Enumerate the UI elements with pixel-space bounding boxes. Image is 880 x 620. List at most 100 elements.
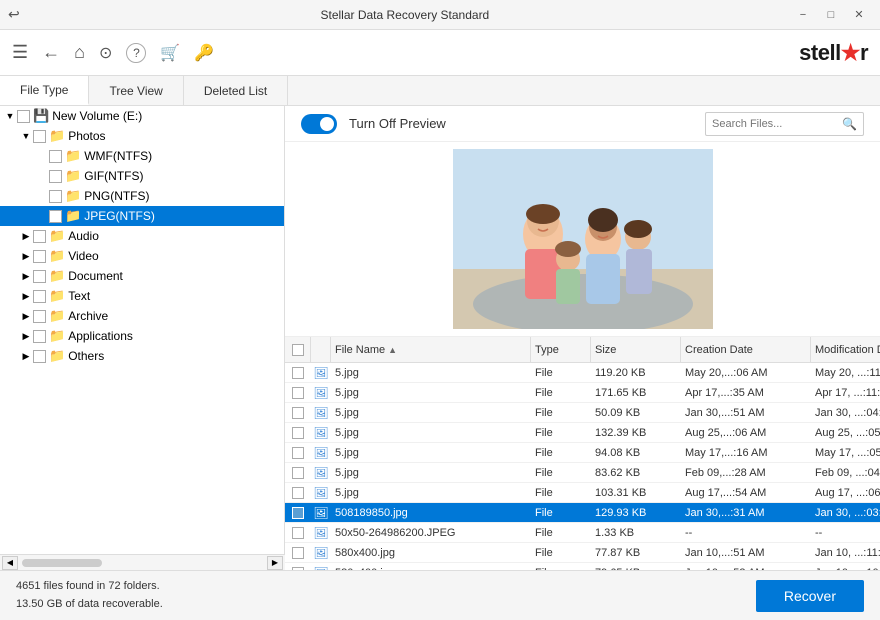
row-checkbox[interactable] [292, 527, 304, 539]
th-check[interactable] [285, 337, 311, 362]
scroll-right-arrow[interactable]: ▶ [267, 556, 283, 570]
table-row[interactable]: 🖼 580x400.jpg File 79.65 KB Jan 10,...:5… [285, 563, 880, 570]
scroll-left-arrow[interactable]: ◀ [2, 556, 18, 570]
tree-item-others[interactable]: ▶ 📁 Others [0, 346, 284, 366]
table-row[interactable]: 🖼 5.jpg File 132.39 KB Aug 25,...:06 AM … [285, 423, 880, 443]
key-icon[interactable]: 🔑 [194, 43, 214, 63]
tree-checkbox[interactable] [33, 130, 46, 143]
folder-icon: 📁 [49, 328, 65, 344]
home-icon[interactable]: ⌂ [74, 42, 85, 63]
tree-checkbox[interactable] [33, 230, 46, 243]
row-checkbox[interactable] [292, 487, 304, 499]
cart-icon[interactable]: 🛒 [160, 43, 180, 63]
row-checkbox-cell[interactable] [285, 527, 311, 539]
tree-checkbox[interactable] [49, 170, 62, 183]
tree-item-audio[interactable]: ▶ 📁 Audio [0, 226, 284, 246]
row-checkbox-cell[interactable] [285, 407, 311, 419]
tree-item-wmf[interactable]: 📁 WMF(NTFS) [0, 146, 284, 166]
row-checkbox[interactable] [292, 507, 304, 519]
tree-item-png[interactable]: 📁 PNG(NTFS) [0, 186, 284, 206]
th-creation[interactable]: Creation Date [681, 337, 811, 362]
file-type: File [531, 467, 591, 479]
th-filename[interactable]: File Name ▲ [331, 337, 531, 362]
horizontal-scrollbar[interactable]: ◀ ▶ [0, 554, 285, 570]
back-nav-icon[interactable]: ← [42, 42, 60, 63]
row-checkbox-cell[interactable] [285, 547, 311, 559]
row-checkbox[interactable] [292, 407, 304, 419]
file-modification: Jan 30, ...:03:31 AM [811, 507, 880, 519]
row-checkbox-cell[interactable] [285, 487, 311, 499]
row-checkbox[interactable] [292, 367, 304, 379]
tree-item-applications[interactable]: ▶ 📁 Applications [0, 326, 284, 346]
table-row[interactable]: 🖼 508189850.jpg File 129.93 KB Jan 30,..… [285, 503, 880, 523]
tab-file-type[interactable]: File Type [0, 76, 89, 105]
recover-button[interactable]: Recover [756, 580, 864, 612]
tree-checkbox[interactable] [33, 290, 46, 303]
tab-tree-view[interactable]: Tree View [89, 76, 183, 105]
expand-arrow: ▶ [20, 271, 32, 282]
tree-checkbox[interactable] [33, 250, 46, 263]
tree-checkbox[interactable] [49, 210, 62, 223]
tree-checkbox[interactable] [17, 110, 30, 123]
tree-checkbox[interactable] [49, 150, 62, 163]
tree-item-new-volume[interactable]: ▼ 💾 New Volume (E:) [0, 106, 284, 126]
tree-item-jpeg[interactable]: 📁 JPEG(NTFS) [0, 206, 284, 226]
tree-item-document[interactable]: ▶ 📁 Document [0, 266, 284, 286]
menu-icon[interactable]: ☰ [12, 42, 28, 63]
tree-item-text[interactable]: ▶ 📁 Text [0, 286, 284, 306]
preview-toggle[interactable] [301, 114, 337, 134]
help-icon[interactable]: ? [126, 43, 146, 63]
row-checkbox[interactable] [292, 447, 304, 459]
search-box[interactable]: 🔍 [705, 112, 864, 136]
th-size[interactable]: Size [591, 337, 681, 362]
tree-item-video[interactable]: ▶ 📁 Video [0, 246, 284, 266]
title-bar: ↩ Stellar Data Recovery Standard − □ ✕ [0, 0, 880, 30]
file-modification: Aug 25, ...:05:06 AM [811, 427, 880, 439]
row-checkbox-cell[interactable] [285, 387, 311, 399]
table-row[interactable]: 🖼 580x400.jpg File 77.87 KB Jan 10,...:5… [285, 543, 880, 563]
file-icon: 🖼 [313, 426, 328, 440]
search-input[interactable] [712, 118, 842, 130]
table-row[interactable]: 🖼 5.jpg File 83.62 KB Feb 09,...:28 AM F… [285, 463, 880, 483]
file-creation: Aug 17,...:54 AM [681, 487, 811, 499]
tree-checkbox[interactable] [33, 330, 46, 343]
th-type[interactable]: Type [531, 337, 591, 362]
close-button[interactable]: ✕ [846, 5, 872, 25]
table-row[interactable]: 🖼 5.jpg File 50.09 KB Jan 30,...:51 AM J… [285, 403, 880, 423]
table-row[interactable]: 🖼 5.jpg File 94.08 KB May 17,...:16 AM M… [285, 443, 880, 463]
tree-checkbox[interactable] [33, 350, 46, 363]
row-checkbox[interactable] [292, 387, 304, 399]
tree-checkbox[interactable] [33, 310, 46, 323]
table-row[interactable]: 🖼 5.jpg File 103.31 KB Aug 17,...:54 AM … [285, 483, 880, 503]
row-checkbox-cell[interactable] [285, 467, 311, 479]
file-type-icon: 🖼 [311, 406, 331, 420]
th-modification[interactable]: Modification Date [811, 337, 880, 362]
maximize-button[interactable]: □ [818, 5, 844, 25]
row-checkbox[interactable] [292, 567, 304, 571]
tree-checkbox[interactable] [49, 190, 62, 203]
row-checkbox[interactable] [292, 547, 304, 559]
table-row[interactable]: 🖼 5.jpg File 119.20 KB May 20,...:06 AM … [285, 363, 880, 383]
tree-item-photos[interactable]: ▼ 📁 Photos [0, 126, 284, 146]
expand-arrow: ▼ [4, 111, 16, 121]
row-checkbox[interactable] [292, 467, 304, 479]
scan-icon[interactable]: ⊙ [99, 43, 112, 63]
tree-item-gif[interactable]: 📁 GIF(NTFS) [0, 166, 284, 186]
row-checkbox-cell[interactable] [285, 447, 311, 459]
tree-checkbox[interactable] [33, 270, 46, 283]
header-checkbox[interactable] [292, 344, 304, 356]
drive-icon: 💾 [33, 108, 49, 124]
tree-item-archive[interactable]: ▶ 📁 Archive [0, 306, 284, 326]
scroll-thumb[interactable] [22, 559, 102, 567]
tab-deleted-list[interactable]: Deleted List [184, 76, 288, 105]
row-checkbox-cell[interactable] [285, 367, 311, 379]
table-row[interactable]: 🖼 50x50-264986200.JPEG File 1.33 KB -- -… [285, 523, 880, 543]
back-icon[interactable]: ↩ [8, 6, 20, 23]
minimize-button[interactable]: − [790, 5, 816, 25]
table-row[interactable]: 🖼 5.jpg File 171.65 KB Apr 17,...:35 AM … [285, 383, 880, 403]
row-checkbox-cell[interactable] [285, 427, 311, 439]
row-checkbox-cell[interactable] [285, 567, 311, 571]
row-checkbox[interactable] [292, 427, 304, 439]
row-checkbox-cell[interactable] [285, 507, 311, 519]
file-modification: -- [811, 527, 880, 539]
